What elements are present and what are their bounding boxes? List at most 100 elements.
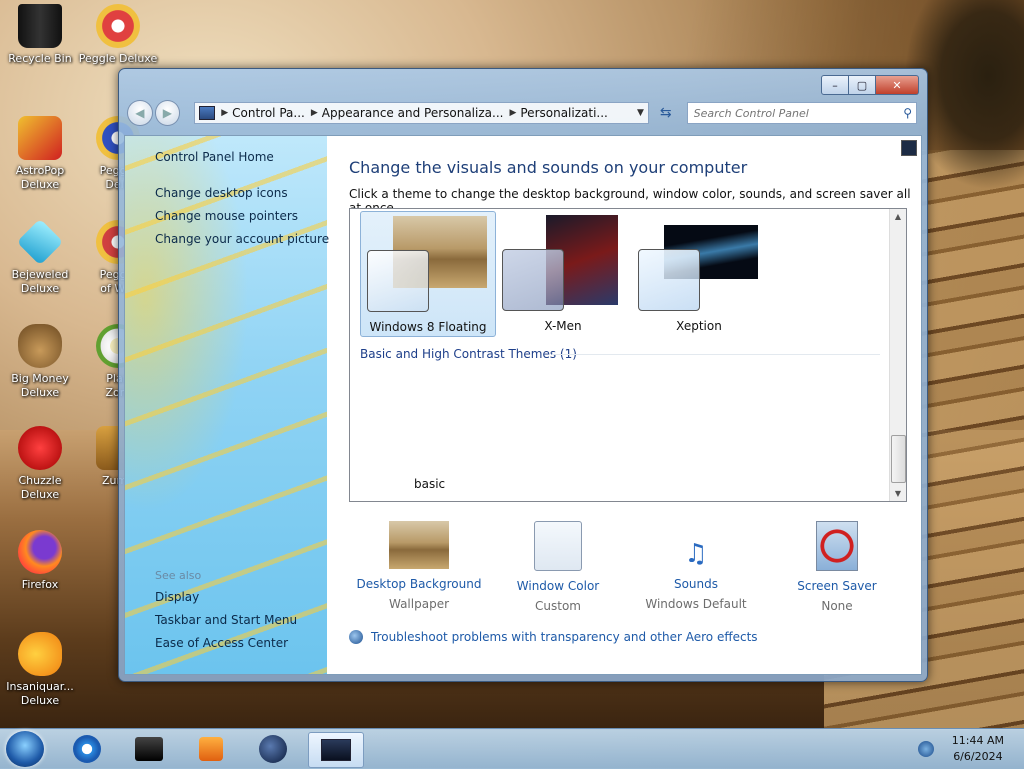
screen-saver-value: None	[821, 599, 853, 613]
window-color-icon	[534, 521, 582, 571]
left-pane: Control Panel Home Change desktop icons …	[125, 136, 329, 674]
theme-list: Windows 8 Floating X-Men Xeption Basic a…	[349, 208, 907, 502]
desktop-icon-astropop[interactable]: AstroPop Deluxe	[0, 116, 80, 192]
screen-saver-icon	[816, 521, 858, 571]
desktop-icon-peggle-deluxe[interactable]: Peggle Deluxe	[78, 4, 158, 66]
desktop-icon-insaniquarium[interactable]: Insaniquar... Deluxe	[0, 632, 80, 708]
search-input[interactable]	[691, 105, 904, 121]
scroll-thumb[interactable]	[891, 435, 906, 483]
taskbar-internet-explorer[interactable]	[60, 732, 114, 766]
fish-icon	[18, 632, 62, 676]
theme-xeption[interactable]: Xeption	[632, 211, 766, 335]
desktop-background-link[interactable]: Desktop Background	[349, 577, 489, 591]
media-player-icon	[199, 737, 223, 761]
taskbar: 11:44 AM 6/6/2024	[0, 728, 1024, 769]
breadcrumb-control-panel[interactable]: Control Pa...	[232, 106, 305, 120]
group-divider	[552, 354, 880, 355]
taskbar-start-menu-link[interactable]: Taskbar and Start Menu	[155, 613, 297, 627]
media-center-icon	[135, 737, 163, 761]
breadcrumb-appearance[interactable]: Appearance and Personaliza...	[322, 106, 504, 120]
chuzzle-icon	[18, 426, 62, 470]
screen-saver-setting[interactable]: Screen Saver None	[767, 521, 907, 613]
breadcrumb-separator-icon[interactable]: ▶	[221, 108, 228, 118]
clock[interactable]: 11:44 AM 6/6/2024	[952, 733, 1004, 765]
breadcrumb-personalization[interactable]: Personalizati...	[520, 106, 607, 120]
desktop-icon-chuzzle[interactable]: Chuzzle Deluxe	[0, 426, 80, 502]
control-panel-taskbar-icon	[321, 739, 351, 761]
globe-icon	[259, 735, 287, 763]
refresh-button[interactable]: ⇆	[655, 105, 677, 121]
window-color-setting[interactable]: Window Color Custom	[488, 521, 628, 613]
close-button[interactable]: ✕	[876, 75, 919, 95]
change-mouse-pointers-link[interactable]: Change mouse pointers	[155, 209, 298, 223]
desktop-icon-recycle-bin[interactable]: Recycle Bin	[0, 4, 80, 66]
window-color-value: Custom	[535, 599, 581, 613]
network-icon[interactable]	[918, 741, 934, 757]
start-button[interactable]	[6, 731, 44, 767]
gem-icon	[16, 218, 64, 266]
control-panel-home-link[interactable]: Control Panel Home	[155, 150, 274, 164]
ease-of-access-link[interactable]: Ease of Access Center	[155, 636, 288, 650]
change-desktop-icons-link[interactable]: Change desktop icons	[155, 186, 288, 200]
troubleshoot-link[interactable]: Troubleshoot problems with transparency …	[349, 630, 758, 644]
search-icon[interactable]: ⚲	[903, 106, 912, 120]
theme-window-glass	[502, 249, 564, 311]
help-icon[interactable]	[901, 140, 917, 156]
taskbar-media-center[interactable]	[122, 732, 176, 766]
caption-buttons: – ▢ ✕	[821, 75, 919, 95]
search-box[interactable]: ⚲	[686, 102, 917, 124]
taskbar-media-player[interactable]	[184, 732, 238, 766]
back-button[interactable]: ◀	[127, 100, 153, 126]
desktop-icon-bejeweled[interactable]: Bejeweled Deluxe	[0, 218, 80, 296]
change-account-picture-link[interactable]: Change your account picture	[155, 232, 329, 246]
back-arrow-icon: ◀	[135, 106, 145, 120]
navigation-bar: ◀ ▶ ▶ Control Pa... ▶ Appearance and Per…	[127, 99, 917, 127]
taskbar-control-panel[interactable]	[308, 732, 364, 768]
recycle-bin-icon	[18, 4, 62, 48]
troubleshoot-icon	[349, 630, 363, 644]
desktop-icon-firefox[interactable]: Firefox	[0, 530, 80, 592]
scroll-up-icon[interactable]: ▲	[890, 212, 906, 221]
peggle-icon	[96, 4, 140, 48]
address-bar[interactable]: ▶ Control Pa... ▶ Appearance and Persona…	[194, 102, 649, 124]
desktop-background-icon	[389, 521, 449, 569]
window-color-link[interactable]: Window Color	[488, 579, 628, 593]
see-also-header: See also	[155, 569, 202, 582]
client-area: Control Panel Home Change desktop icons …	[124, 135, 922, 675]
refresh-icon: ⇆	[659, 105, 672, 121]
theme-x-men[interactable]: X-Men	[496, 211, 630, 335]
scroll-down-icon[interactable]: ▼	[890, 489, 906, 498]
forward-button[interactable]: ▶	[154, 100, 181, 126]
sounds-icon: ♫	[684, 539, 708, 569]
theme-windows-8-floating[interactable]: Windows 8 Floating	[360, 211, 496, 337]
control-panel-icon	[199, 106, 216, 120]
maximize-button[interactable]: ▢	[849, 75, 876, 95]
breadcrumb-separator-icon[interactable]: ▶	[509, 108, 516, 118]
personalization-window: – ▢ ✕ ◀ ▶ ▶ Control Pa... ▶ Appearance a…	[118, 68, 928, 682]
internet-explorer-icon	[73, 735, 101, 763]
clock-time: 11:44 AM	[951, 734, 1004, 747]
sounds-value: Windows Default	[645, 597, 747, 611]
desktop-icon-big-money[interactable]: Big Money Deluxe	[0, 324, 80, 400]
address-dropdown-icon[interactable]: ▼	[637, 108, 644, 118]
theme-list-scrollbar[interactable]: ▲ ▼	[889, 209, 906, 501]
forward-arrow-icon: ▶	[162, 106, 173, 120]
taskbar-globe-app[interactable]	[246, 732, 300, 766]
breadcrumb-separator-icon[interactable]: ▶	[311, 108, 318, 118]
main-pane: Change the visuals and sounds on your co…	[327, 136, 921, 674]
astropop-icon	[18, 116, 62, 160]
screen-saver-link[interactable]: Screen Saver	[767, 579, 907, 593]
theme-basic[interactable]: basic	[414, 477, 445, 491]
sounds-setting[interactable]: ♫ Sounds Windows Default	[626, 521, 766, 611]
basic-themes-group-header[interactable]: Basic and High Contrast Themes (1)	[360, 347, 577, 361]
money-bag-icon	[18, 324, 62, 368]
theme-window-glass	[367, 250, 429, 312]
desktop-background-setting[interactable]: Desktop Background Wallpaper	[349, 521, 489, 611]
desktop-background-value: Wallpaper	[388, 597, 450, 611]
page-title: Change the visuals and sounds on your co…	[349, 158, 748, 177]
sounds-link[interactable]: Sounds	[626, 577, 766, 591]
theme-window-glass	[638, 249, 700, 311]
clock-date: 6/6/2024	[953, 750, 1003, 763]
display-link[interactable]: Display	[155, 590, 199, 604]
minimize-button[interactable]: –	[821, 75, 849, 95]
